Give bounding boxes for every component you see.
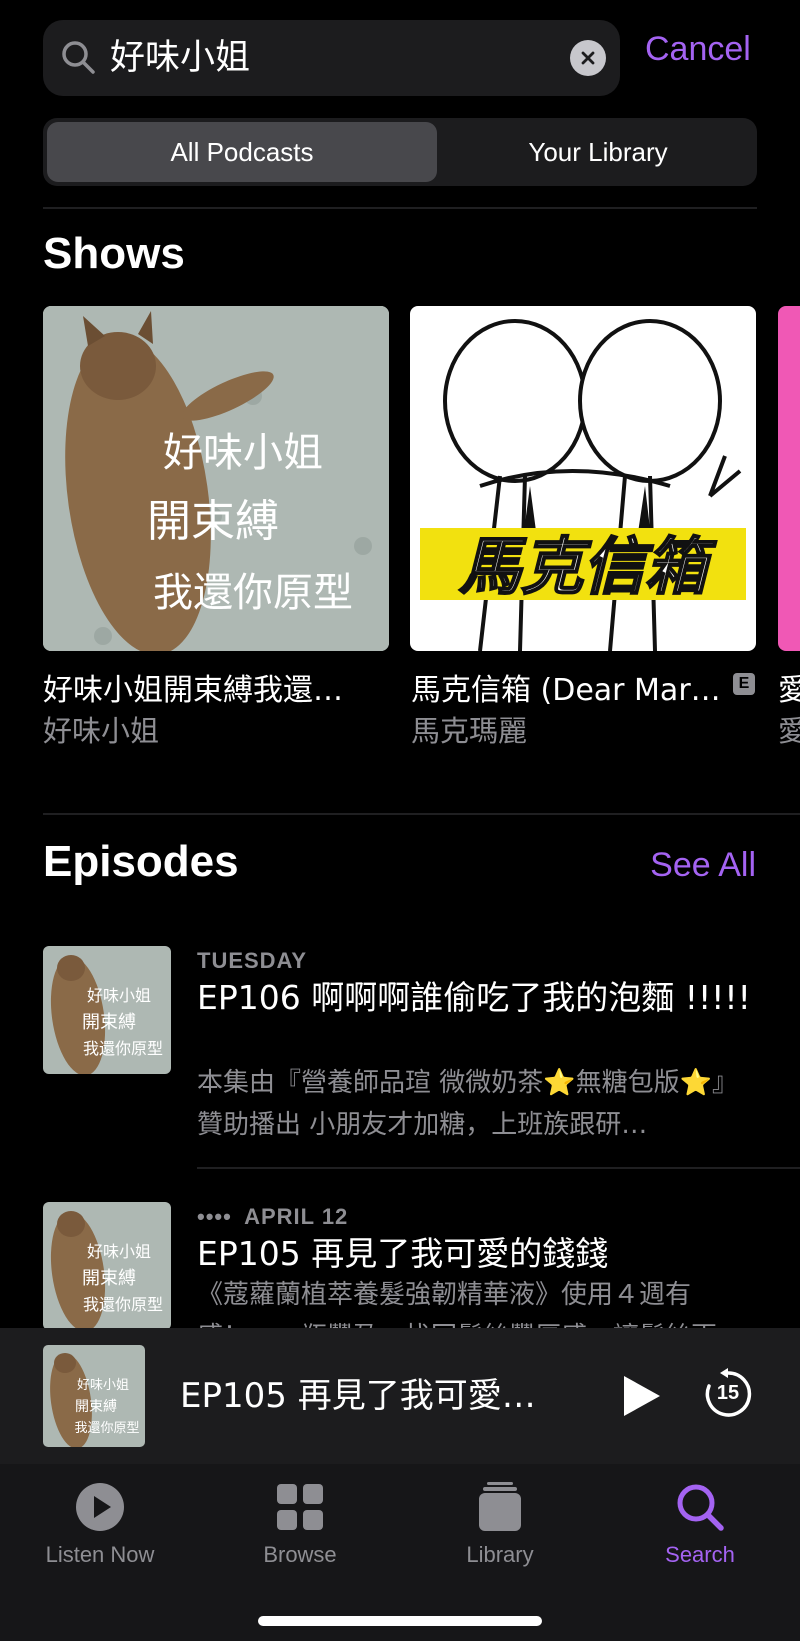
scope-all-podcasts[interactable]: All Podcasts: [47, 122, 437, 182]
search-field[interactable]: 好味小姐: [43, 20, 620, 96]
cancel-button[interactable]: Cancel: [645, 30, 751, 69]
episode-title[interactable]: EP106 啊啊啊誰偷吃了我的泡麵 !!!!!: [197, 976, 757, 1019]
show-artwork-mark-mailbox[interactable]: 馬克信箱: [410, 306, 756, 651]
now-playing-artwork-line3: 我還你原型: [74, 1421, 139, 1436]
tab-label: Browse: [263, 1542, 337, 1567]
episode-artwork-line2: 開束縛: [82, 1268, 136, 1289]
clear-search-icon[interactable]: [570, 40, 606, 76]
shows-heading: Shows: [43, 229, 185, 278]
now-playing-artwork-line2: 開束縛: [75, 1398, 117, 1415]
show-author-mark-mailbox: 馬克瑪麗: [411, 714, 528, 748]
stack-icon: [479, 1482, 521, 1531]
tab-label: Search: [665, 1542, 735, 1567]
now-playing-title[interactable]: EP105 再見了我可愛…: [180, 1368, 536, 1417]
mini-player[interactable]: 好味小姐 開束縛 我還你原型 EP105 再見了我可愛… 15: [0, 1328, 800, 1464]
episode-artwork[interactable]: 好味小姐 開束縛 我還你原型: [43, 946, 171, 1074]
show-artwork-haowei[interactable]: 好味小姐 開束縛 我還你原型: [43, 306, 389, 651]
episode-artwork-line1: 好味小姐: [87, 986, 151, 1005]
show-author-haowei: 好味小姐: [43, 714, 160, 748]
episode-description: 《蔻蘿蘭植萃養髮強韌精華液》使用４週有感！…一瓶豐盈，找回髮絲豐厚感，讓髮絲更…: [197, 1280, 743, 1328]
show-title-haowei[interactable]: 好味小姐開束縛我還…: [43, 665, 373, 709]
episode-date: •••• APRIL 12: [197, 1204, 348, 1230]
show-artwork-haowei-line3: 我還你原型: [153, 570, 353, 616]
now-playing-artwork[interactable]: 好味小姐 開束縛 我還你原型: [43, 1345, 145, 1447]
episode-date-text: APRIL 12: [244, 1204, 349, 1229]
episode-artwork-line3: 我還你原型: [83, 1039, 163, 1058]
skip-seconds-label: 15: [716, 1382, 740, 1404]
tab-listen-now[interactable]: Listen Now: [0, 1464, 200, 1584]
show-title-mark-mailbox[interactable]: 馬克信箱 (Dear Mar…: [411, 665, 721, 709]
see-all-episodes-button[interactable]: See All: [650, 846, 756, 885]
home-indicator: [258, 1616, 542, 1626]
grid-icon: [277, 1484, 323, 1530]
skip-back-15-button[interactable]: 15: [702, 1368, 754, 1420]
episode-artwork-line3: 我還你原型: [83, 1295, 163, 1314]
show-artwork-haowei-line2: 開束縛: [147, 496, 279, 547]
tab-label: Library: [466, 1542, 534, 1567]
show-author-partial: 愛: [778, 714, 800, 748]
show-artwork-partial[interactable]: [778, 306, 800, 651]
tab-search[interactable]: Search: [600, 1464, 800, 1584]
scope-segmented-control: All Podcasts Your Library: [43, 118, 757, 186]
tab-bar: Listen Now Browse Library Search: [0, 1464, 800, 1641]
episode-date: TUESDAY: [197, 948, 308, 973]
divider: [43, 813, 800, 815]
episode-status-icon: ••••: [197, 1204, 232, 1229]
episode-artwork[interactable]: 好味小姐 開束縛 我還你原型: [43, 1202, 171, 1330]
now-playing-artwork-line1: 好味小姐: [77, 1378, 129, 1393]
divider: [43, 207, 757, 209]
search-icon: [62, 41, 95, 74]
scope-your-library[interactable]: Your Library: [443, 122, 753, 182]
episodes-heading: Episodes: [43, 837, 239, 886]
show-title-partial[interactable]: 愛: [778, 665, 800, 709]
tab-label: Listen Now: [45, 1542, 155, 1567]
show-artwork-mark-text: 馬克信箱: [459, 530, 717, 603]
episode-description: 本集由『營養師品瑄 微微奶茶⭐無糖包版⭐』贊助播出 小朋友才加糖，上班族跟研…: [197, 1068, 739, 1140]
episode-artwork-line1: 好味小姐: [87, 1242, 151, 1261]
explicit-badge: E: [733, 673, 755, 695]
search-query-text[interactable]: 好味小姐: [110, 20, 250, 96]
tab-browse[interactable]: Browse: [200, 1464, 400, 1584]
divider: [197, 1167, 800, 1169]
search-icon: [677, 1484, 724, 1531]
episode-artwork-line2: 開束縛: [82, 1012, 136, 1033]
play-icon[interactable]: [620, 1374, 662, 1418]
episode-title[interactable]: EP105 再見了我可愛的錢錢: [197, 1232, 757, 1275]
tab-library[interactable]: Library: [400, 1464, 600, 1584]
play-circle-icon: [76, 1483, 124, 1531]
show-artwork-haowei-line1: 好味小姐: [163, 430, 323, 476]
